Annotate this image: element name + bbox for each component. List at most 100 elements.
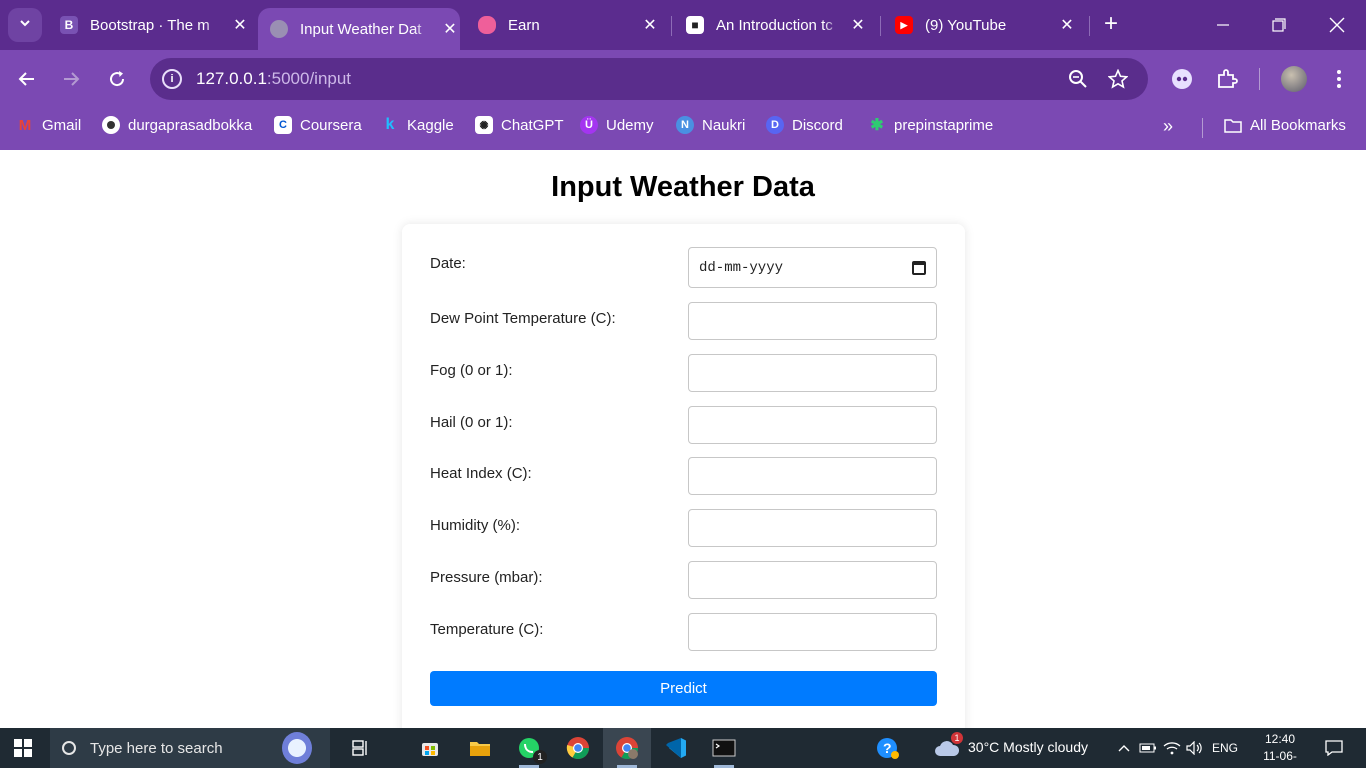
chevron-down-icon	[18, 16, 32, 35]
bookmark-chatgpt[interactable]: ✺ ChatGPT	[475, 114, 564, 136]
bookmark-label: prepinstaprime	[894, 116, 994, 134]
close-icon[interactable]: ✕	[440, 19, 460, 39]
hail-input[interactable]	[688, 406, 937, 444]
weather-badge: 1	[951, 732, 963, 744]
search-highlight-icon[interactable]	[282, 732, 312, 764]
bookmark-discord[interactable]: D Discord	[766, 114, 843, 136]
bookmark-gmail[interactable]: M Gmail	[16, 114, 81, 136]
search-icon	[62, 741, 76, 755]
calendar-icon[interactable]	[912, 260, 926, 275]
folder-icon	[1224, 116, 1242, 134]
humidity-input[interactable]	[688, 509, 937, 547]
weather-cloud-icon[interactable]: 1	[933, 732, 963, 762]
language-indicator[interactable]: ENG	[1212, 741, 1238, 755]
date-label: Date:	[430, 255, 466, 272]
url-text[interactable]: 127.0.0.1:5000/input	[196, 69, 351, 89]
tab-earn[interactable]: Earn ✕	[478, 8, 660, 42]
tab-divider	[671, 16, 672, 36]
new-tab-button[interactable]: +	[1098, 12, 1124, 38]
close-icon[interactable]: ✕	[230, 15, 250, 35]
tab-search-button[interactable]	[8, 8, 42, 42]
bookmark-label: Gmail	[42, 116, 82, 134]
tab-introduction[interactable]: ■ An Introduction tc ✕	[686, 8, 868, 42]
tab-title: Earn	[508, 16, 540, 34]
terminal-icon[interactable]	[710, 734, 738, 768]
whatsapp-icon[interactable]: 1	[515, 734, 547, 768]
dew-point-label: Dew Point Temperature (C):	[430, 310, 616, 327]
address-bar[interactable]: i 127.0.0.1:5000/input	[150, 58, 1148, 100]
weather-text[interactable]: 30°C Mostly cloudy	[968, 739, 1088, 755]
file-explorer-icon[interactable]	[466, 734, 494, 762]
profile-avatar[interactable]	[1281, 66, 1307, 92]
fog-input[interactable]	[688, 354, 937, 392]
coursera-icon: C	[274, 116, 292, 134]
restore-button[interactable]	[1264, 10, 1294, 40]
tab-title: Input Weather Dat	[300, 20, 422, 38]
bookmark-prepinstaprime[interactable]: ✱ prepinstaprime	[868, 114, 993, 136]
store-icon[interactable]	[416, 734, 444, 762]
extensions-puzzle-icon[interactable]	[1214, 66, 1240, 92]
chrome-icon[interactable]	[564, 734, 592, 762]
tab-divider	[1089, 16, 1090, 36]
volume-icon[interactable]	[1181, 734, 1209, 762]
date-input[interactable]: dd-mm-yyyy	[688, 247, 937, 288]
bookmark-naukri[interactable]: N Naukri	[676, 114, 745, 136]
forward-button[interactable]	[58, 66, 84, 92]
bookmarks-overflow-icon[interactable]: »	[1163, 116, 1173, 137]
help-icon[interactable]: ?	[874, 734, 902, 762]
close-icon[interactable]: ✕	[640, 15, 660, 35]
bookmark-star-icon[interactable]	[1107, 68, 1129, 90]
humidity-label: Humidity (%):	[430, 517, 521, 534]
weather-form: Date: dd-mm-yyyy Dew Point Temperature (…	[402, 224, 965, 744]
tab-title: (9) YouTube	[925, 16, 1007, 34]
temperature-label: Temperature (C):	[430, 621, 544, 638]
tab-bootstrap[interactable]: B Bootstrap · The m ✕	[60, 8, 250, 42]
menu-kebab-icon[interactable]	[1326, 66, 1352, 92]
date-placeholder: dd-mm-yyyy	[699, 259, 784, 276]
bookmark-label: Kaggle	[407, 116, 454, 134]
earn-icon	[478, 16, 496, 34]
tab-title: An Introduction tc	[716, 16, 833, 34]
whatsapp-badge: 1	[533, 750, 547, 764]
github-icon	[102, 116, 120, 134]
tab-input-weather-data[interactable]: Input Weather Dat ✕	[258, 8, 460, 50]
svg-text:?: ?	[883, 740, 892, 756]
bookmark-label: Udemy	[606, 116, 654, 134]
chrome-profile-icon[interactable]	[613, 734, 641, 768]
zoom-icon[interactable]	[1067, 68, 1089, 90]
taskbar-search-placeholder: Type here to search	[90, 739, 223, 757]
close-icon[interactable]: ✕	[848, 15, 868, 35]
vscode-icon[interactable]	[662, 734, 690, 762]
reload-button[interactable]	[104, 66, 130, 92]
url-path: :5000/input	[266, 69, 352, 88]
bookmark-github[interactable]: durgaprasadbokka	[102, 114, 252, 136]
toolbar-divider	[1259, 68, 1260, 90]
task-view-icon[interactable]	[347, 734, 375, 762]
bookmark-udemy[interactable]: Ü Udemy	[580, 114, 654, 136]
bookmark-coursera[interactable]: C Coursera	[274, 114, 362, 136]
all-bookmarks-button[interactable]: All Bookmarks	[1224, 114, 1346, 136]
tab-youtube[interactable]: ▶ (9) YouTube ✕	[895, 8, 1077, 42]
browser-toolbar: i 127.0.0.1:5000/input M Gmail durgapras…	[0, 50, 1366, 150]
dew-point-input[interactable]	[688, 302, 937, 340]
predict-button[interactable]: Predict	[430, 671, 937, 706]
back-button[interactable]	[14, 66, 40, 92]
hail-label: Hail (0 or 1):	[430, 414, 513, 431]
system-clock[interactable]: 12:40 11-06-2024	[1250, 731, 1310, 768]
discord-icon: D	[766, 116, 784, 134]
windows-start-icon[interactable]	[14, 739, 32, 757]
minimize-button[interactable]	[1208, 10, 1238, 40]
heat-index-label: Heat Index (C):	[430, 465, 532, 482]
close-window-button[interactable]	[1322, 10, 1352, 40]
extension-ai-icon[interactable]	[1169, 66, 1195, 92]
close-icon[interactable]: ✕	[1057, 15, 1077, 35]
all-bookmarks-label: All Bookmarks	[1250, 116, 1346, 134]
tab-strip: B Bootstrap · The m ✕ Input Weather Dat …	[0, 0, 1366, 50]
heat-index-input[interactable]	[688, 457, 937, 495]
naukri-icon: N	[676, 116, 694, 134]
bookmark-kaggle[interactable]: k Kaggle	[381, 114, 454, 136]
notification-icon[interactable]	[1320, 734, 1348, 762]
site-info-icon[interactable]: i	[162, 69, 182, 89]
temperature-input[interactable]	[688, 613, 937, 651]
pressure-input[interactable]	[688, 561, 937, 599]
